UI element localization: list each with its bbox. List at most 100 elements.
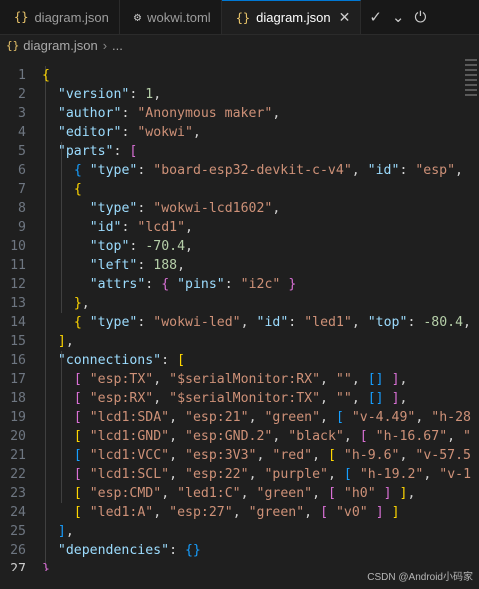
tab-bar: {} diagram.json ⚙ wokwi.toml {} diagram.… xyxy=(0,0,479,35)
code-line[interactable]: 2 "version": 1, xyxy=(0,85,479,104)
code-line[interactable]: 24 [ "led1:A", "esp:27", "green", [ "v0"… xyxy=(0,503,479,522)
line-number: 16 xyxy=(10,353,26,368)
tab-diagram-json-active[interactable]: {} diagram.json ✕ xyxy=(221,0,362,34)
minimap[interactable] xyxy=(463,56,479,116)
line-code: [ "esp:CMD", "led1:C", "green", [ "h0" ]… xyxy=(73,486,416,501)
line-code: "id": "lcd1", xyxy=(89,220,193,235)
line-code: { "type": "board-esp32-devkit-c-v4", "id… xyxy=(73,163,463,178)
code-line[interactable]: 18 [ "esp:RX", "$serialMonitor:TX", "", … xyxy=(0,389,479,408)
line-code: "author": "Anonymous maker", xyxy=(57,106,281,121)
line-code: [ "lcd1:SCL", "esp:22", "purple", [ "h-1… xyxy=(73,467,472,482)
line-number: 15 xyxy=(10,334,26,349)
chevron-down-icon[interactable]: ⌄ xyxy=(392,8,405,26)
tab-diagram-json-1[interactable]: {} diagram.json xyxy=(0,0,120,34)
line-number: 4 xyxy=(18,125,26,140)
breadcrumb-file[interactable]: diagram.json xyxy=(23,38,97,53)
line-number: 10 xyxy=(10,239,26,254)
line-code: "dependencies": {} xyxy=(57,543,201,558)
code-line[interactable]: 3 "author": "Anonymous maker", xyxy=(0,104,479,123)
line-code: ], xyxy=(57,524,74,539)
code-line[interactable]: 8 "type": "wokwi-lcd1602", xyxy=(0,199,479,218)
line-code: [ "esp:RX", "$serialMonitor:TX", "", [] … xyxy=(73,391,408,406)
code-line[interactable]: 1{ xyxy=(0,66,479,85)
line-number: 3 xyxy=(18,106,26,121)
line-code: "editor": "wokwi", xyxy=(57,125,201,140)
line-code: ], xyxy=(57,334,74,349)
code-line[interactable]: 25 ], xyxy=(0,522,479,541)
code-line[interactable]: 16 "connections": [ xyxy=(0,351,479,370)
code-line[interactable]: 21 [ "lcd1:VCC", "esp:3V3", "red", [ "h-… xyxy=(0,446,479,465)
line-number: 17 xyxy=(10,372,26,387)
code-line[interactable]: 4 "editor": "wokwi", xyxy=(0,123,479,142)
line-number: 7 xyxy=(18,182,26,197)
tab-label: wokwi.toml xyxy=(147,9,211,25)
line-code: [ "lcd1:VCC", "esp:3V3", "red", [ "h-9.6… xyxy=(73,448,471,463)
code-line[interactable]: 10 "top": -70.4, xyxy=(0,237,479,256)
line-number: 11 xyxy=(10,258,26,273)
code-line[interactable]: 12 "attrs": { "pins": "i2c" } xyxy=(0,275,479,294)
line-code: "left": 188, xyxy=(89,258,186,273)
code-line[interactable]: 14 { "type": "wokwi-led", "id": "led1", … xyxy=(0,313,479,332)
line-code: { xyxy=(42,68,50,83)
code-line[interactable]: 13 }, xyxy=(0,294,479,313)
tab-label: diagram.json xyxy=(34,9,109,25)
code-line[interactable]: 11 "left": 188, xyxy=(0,256,479,275)
code-line[interactable]: 5 "parts": [ xyxy=(0,142,479,161)
line-code: "version": 1, xyxy=(57,87,162,102)
line-code: [ "esp:TX", "$serialMonitor:RX", "", [] … xyxy=(73,372,408,387)
chevron-right-icon: › xyxy=(102,37,108,53)
watermark: CSDN @Android小码家 xyxy=(367,572,473,583)
line-code: "connections": [ xyxy=(57,353,185,368)
code-line[interactable]: 6 { "type": "board-esp32-devkit-c-v4", "… xyxy=(0,161,479,180)
line-number: 26 xyxy=(10,543,26,558)
code-line[interactable]: 17 [ "esp:TX", "$serialMonitor:RX", "", … xyxy=(0,370,479,389)
tab-wokwi-toml[interactable]: ⚙ wokwi.toml xyxy=(120,0,222,34)
line-number: 9 xyxy=(18,220,26,235)
line-number: 20 xyxy=(10,429,26,444)
line-number: 19 xyxy=(10,410,26,425)
gear-icon: ⚙ xyxy=(133,10,142,24)
breadcrumb-symbol[interactable]: ... xyxy=(112,38,123,53)
tab-label: diagram.json xyxy=(256,10,331,25)
code-line[interactable]: 26 "dependencies": {} xyxy=(0,541,479,560)
power-plug-icon[interactable]: ⏻ xyxy=(414,8,426,26)
code-line[interactable]: 9 "id": "lcd1", xyxy=(0,218,479,237)
json-file-icon: {} xyxy=(14,10,29,24)
code-line[interactable]: 20 [ "lcd1:GND", "esp:GND.2", "black", [… xyxy=(0,427,479,446)
json-file-icon: {} xyxy=(235,10,251,25)
json-file-icon: {} xyxy=(6,38,20,52)
breadcrumb: {} diagram.json › ... xyxy=(0,34,479,56)
line-number: 2 xyxy=(18,87,26,102)
code-editor[interactable]: 1{2 "version": 1, 3 "author": "Anonymous … xyxy=(0,56,479,571)
line-number: 23 xyxy=(10,486,26,501)
line-code: [ "lcd1:GND", "esp:GND.2", "black", [ "h… xyxy=(73,429,471,444)
line-code: "top": -70.4, xyxy=(89,239,193,254)
line-code: "type": "wokwi-lcd1602", xyxy=(89,201,281,216)
line-number: 8 xyxy=(18,201,26,216)
line-code: [ "lcd1:SDA", "esp:21", "green", [ "v-4.… xyxy=(73,410,471,425)
checkmark-icon[interactable]: ✓ xyxy=(369,8,382,26)
line-number: 5 xyxy=(18,144,26,159)
code-line[interactable]: 15 ], xyxy=(0,332,479,351)
line-number: 25 xyxy=(10,524,26,539)
line-number: 6 xyxy=(18,163,26,178)
line-number: 1 xyxy=(18,68,26,83)
line-code: "parts": [ xyxy=(57,144,138,159)
line-code: { xyxy=(73,182,82,197)
line-code: { "type": "wokwi-led", "id": "led1", "to… xyxy=(73,315,471,330)
line-code: "attrs": { "pins": "i2c" } xyxy=(89,277,297,292)
line-number: 24 xyxy=(10,505,26,520)
close-icon[interactable]: ✕ xyxy=(339,9,351,26)
line-number: 13 xyxy=(10,296,26,311)
editor-actions: ✓ ⌄ ⏻ xyxy=(361,0,426,34)
code-line[interactable]: 19 [ "lcd1:SDA", "esp:21", "green", [ "v… xyxy=(0,408,479,427)
line-number: 18 xyxy=(10,391,26,406)
code-line[interactable]: 7 { xyxy=(0,180,479,199)
line-number: 22 xyxy=(10,467,26,482)
line-code: } xyxy=(42,562,50,571)
code-line[interactable]: 23 [ "esp:CMD", "led1:C", "green", [ "h0… xyxy=(0,484,479,503)
line-number: 27 xyxy=(10,562,26,571)
line-code: }, xyxy=(73,296,90,311)
code-line[interactable]: 22 [ "lcd1:SCL", "esp:22", "purple", [ "… xyxy=(0,465,479,484)
line-number: 14 xyxy=(10,315,26,330)
